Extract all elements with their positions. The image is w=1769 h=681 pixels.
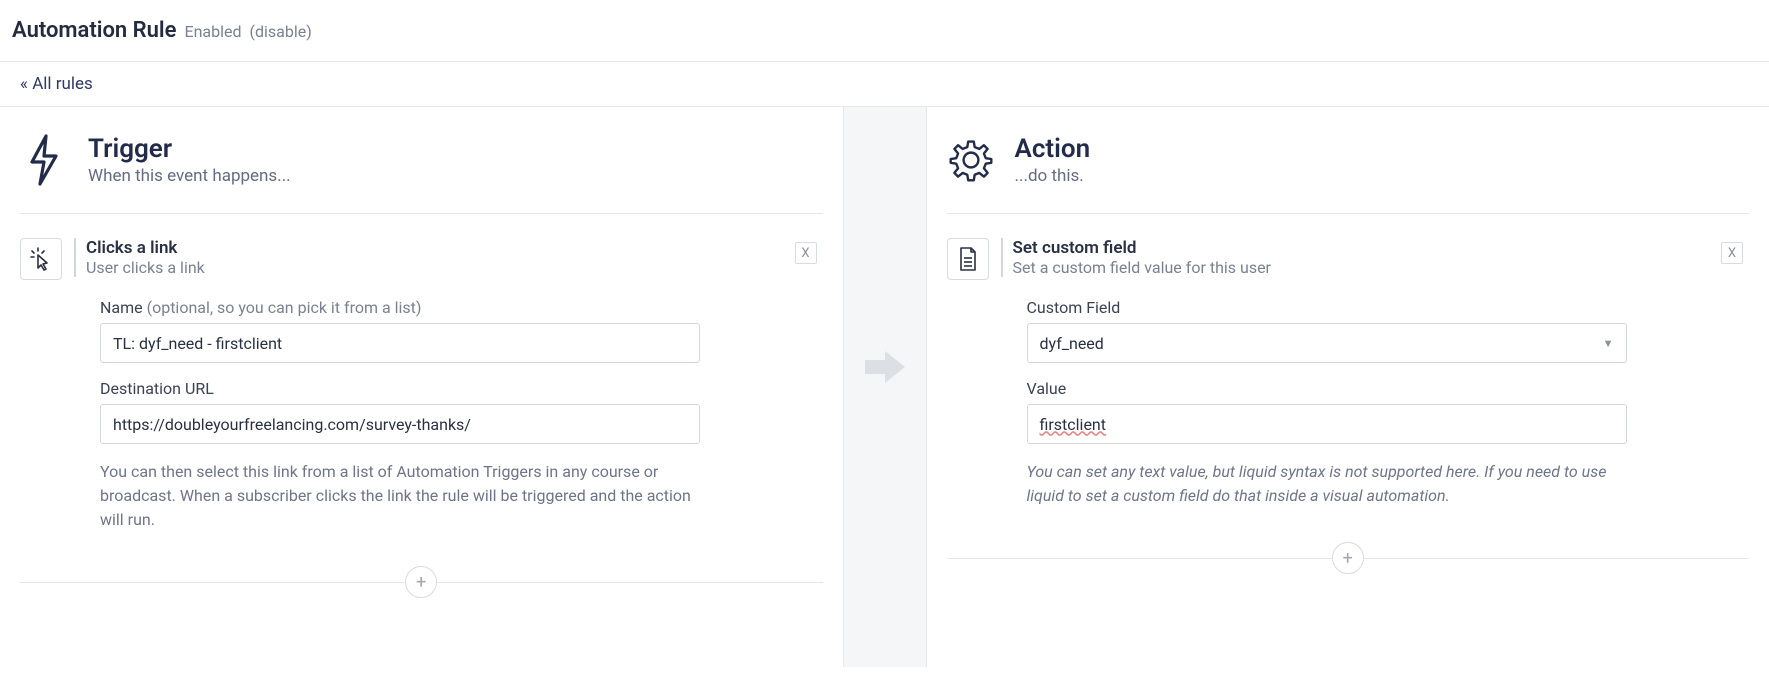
action-rule-head: Set custom field Set a custom field valu… [947, 238, 1750, 280]
action-rule-block: X Set custom field Set a custom field va… [947, 238, 1750, 508]
trigger-subheading: When this event happens... [88, 166, 291, 186]
action-form: Custom Field dyf_need ▼ Value firstclien… [947, 298, 1750, 508]
trigger-rule-title: Clicks a link [86, 238, 205, 258]
custom-field-label: Custom Field [1027, 298, 1750, 317]
add-action-button[interactable]: + [1332, 542, 1364, 574]
trigger-rule-block: X Clicks a link User clicks a link Name … [20, 238, 823, 532]
status-badge: Enabled [184, 22, 241, 41]
custom-field-select[interactable]: dyf_need ▼ [1027, 323, 1627, 363]
trigger-rule-subtitle: User clicks a link [86, 258, 205, 277]
action-panel: Action ...do this. X Set custom field [927, 107, 1769, 667]
page-header: Automation Rule Enabled (disable) [0, 0, 1769, 62]
main-content: Trigger When this event happens... X Cli… [0, 107, 1769, 667]
action-header: Action ...do this. [947, 131, 1750, 214]
action-subheading: ...do this. [1015, 166, 1091, 186]
value-input[interactable]: firstclient [1027, 404, 1627, 444]
chevron-down-icon: ▼ [1603, 337, 1614, 350]
document-icon [947, 238, 989, 280]
trigger-panel: Trigger When this event happens... X Cli… [0, 107, 843, 667]
panel-divider [843, 107, 927, 667]
add-action-row: + [947, 540, 1750, 576]
action-heading: Action [1015, 134, 1091, 164]
add-trigger-button[interactable]: + [405, 566, 437, 598]
action-rule-subtitle: Set a custom field value for this user [1013, 258, 1271, 277]
click-icon [20, 238, 62, 280]
remove-trigger-button[interactable]: X [795, 242, 817, 264]
trigger-name-input[interactable]: TL: dyf_need - firstclient [100, 323, 700, 363]
trigger-url-input[interactable]: https://doubleyourfreelancing.com/survey… [100, 404, 700, 444]
trigger-heading: Trigger [88, 134, 291, 164]
breadcrumb-bar: « All rules [0, 62, 1769, 107]
action-help-text: You can set any text value, but liquid s… [1027, 460, 1627, 508]
page-title: Automation Rule [12, 18, 176, 43]
action-rule-title: Set custom field [1013, 238, 1271, 258]
url-label: Destination URL [100, 379, 823, 398]
name-label: Name (optional, so you can pick it from … [100, 298, 823, 317]
add-trigger-row: + [20, 564, 823, 600]
lightning-icon [20, 131, 68, 189]
trigger-help-text: You can then select this link from a lis… [100, 460, 700, 532]
disable-link[interactable]: (disable) [249, 22, 311, 41]
gear-icon [947, 131, 995, 189]
value-label: Value [1027, 379, 1750, 398]
trigger-header: Trigger When this event happens... [20, 131, 823, 214]
remove-action-button[interactable]: X [1721, 242, 1743, 264]
arrow-right-icon [863, 347, 907, 387]
back-to-rules-link[interactable]: « All rules [20, 74, 93, 94]
trigger-rule-head: Clicks a link User clicks a link [20, 238, 823, 280]
trigger-form: Name (optional, so you can pick it from … [20, 298, 823, 532]
